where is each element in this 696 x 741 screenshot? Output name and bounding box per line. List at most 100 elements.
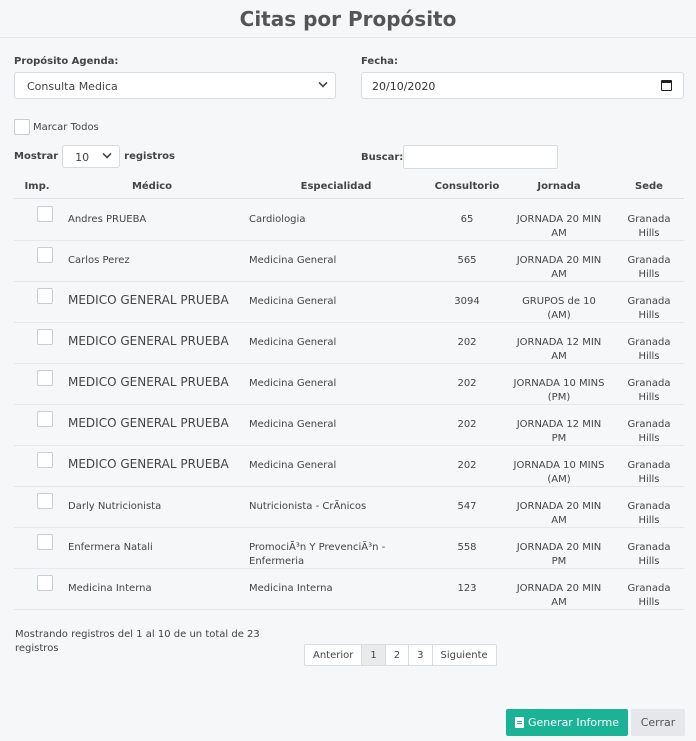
- table-row: MEDICO GENERAL PRUEBA Medicina General 202…: [14, 323, 684, 364]
- col-especialidad[interactable]: Especialidad: [286, 181, 386, 192]
- cell-sede: Granada Hills: [627, 255, 671, 280]
- search-label: Buscar:: [361, 151, 404, 163]
- row-checkbox[interactable]: [37, 575, 53, 591]
- row-checkbox[interactable]: [37, 329, 53, 345]
- length-select[interactable]: 10: [62, 145, 121, 168]
- length-control: Mostrar 10 registros: [14, 145, 175, 168]
- table-row: Carlos Perez Medicina General 565 JORNADA 2…: [14, 241, 684, 282]
- cell-jornada: GRUPOS de 10 (AM): [522, 296, 596, 321]
- marcar-todos-label: Marcar Todos: [33, 121, 99, 133]
- cell-jornada: JORNADA 20 MIN PM: [516, 542, 602, 567]
- marcar-todos[interactable]: Marcar Todos: [14, 119, 99, 135]
- cell-sede: Granada Hills: [627, 378, 671, 403]
- marcar-todos-checkbox[interactable]: [14, 119, 30, 135]
- cell-medico: MEDICO GENERAL PRUEBA: [68, 416, 229, 430]
- col-imp[interactable]: Imp.: [20, 181, 54, 192]
- table-header: Imp. Médico Especialidad Consultorio Jor…: [14, 176, 684, 199]
- cell-jornada: JORNADA 20 MIN AM: [516, 214, 602, 239]
- length-prefix: Mostrar: [14, 151, 59, 162]
- cell-especialidad: Medicina General: [249, 337, 337, 348]
- col-sede[interactable]: Sede: [622, 181, 676, 192]
- row-checkbox[interactable]: [37, 534, 53, 550]
- cell-especialidad: Medicina General: [249, 255, 337, 266]
- cell-medico: Enfermera Natali: [68, 542, 153, 553]
- cell-sede: Granada Hills: [627, 214, 671, 239]
- table-row: Darly Nutricionista Nutricionista - CrÃ­n…: [14, 487, 684, 528]
- cell-consultorio: 3094: [454, 296, 480, 307]
- cell-jornada: JORNADA 12 MIN AM: [516, 337, 602, 362]
- title-bar: Citas por Propósito: [0, 0, 696, 38]
- cell-jornada: JORNADA 20 MIN AM: [516, 583, 602, 608]
- pagination: Anterior 1 2 3 Siguiente: [304, 644, 497, 666]
- page-title: Citas por Propósito: [239, 6, 457, 31]
- calendar-icon[interactable]: [661, 80, 672, 91]
- pager-page-3[interactable]: 3: [408, 645, 431, 665]
- cell-especialidad: Medicina Interna: [249, 583, 333, 594]
- table-info: Mostrando registros del 1 al 10 de un to…: [15, 629, 260, 654]
- cell-consultorio: 202: [457, 419, 477, 430]
- cell-consultorio: 547: [457, 501, 477, 512]
- col-jornada[interactable]: Jornada: [514, 181, 604, 192]
- cell-especialidad: Medicina General: [249, 378, 337, 389]
- cell-medico: MEDICO GENERAL PRUEBA: [68, 457, 229, 471]
- search-input[interactable]: [403, 145, 559, 169]
- row-checkbox[interactable]: [37, 370, 53, 386]
- cell-consultorio: 202: [457, 460, 477, 471]
- table-row: MEDICO GENERAL PRUEBA Medicina General 202…: [14, 405, 684, 446]
- row-checkbox[interactable]: [37, 206, 53, 222]
- row-checkbox[interactable]: [37, 288, 53, 304]
- cell-medico: Darly Nutricionista: [68, 501, 162, 512]
- chevron-down-icon: [318, 78, 328, 88]
- row-checkbox[interactable]: [37, 411, 53, 427]
- cerrar-button[interactable]: Cerrar: [631, 709, 685, 736]
- cell-medico: Andres PRUEBA: [68, 214, 147, 225]
- generar-informe-label: Generar Informe: [528, 716, 619, 729]
- pager-next[interactable]: Siguiente: [431, 645, 496, 665]
- col-consultorio[interactable]: Consultorio: [424, 181, 510, 192]
- search-control: Buscar:: [361, 145, 559, 169]
- cell-jornada: JORNADA 20 MIN AM: [516, 501, 602, 526]
- cell-sede: Granada Hills: [627, 460, 671, 485]
- pager-page-2[interactable]: 2: [384, 645, 408, 665]
- cell-sede: Granada Hills: [627, 419, 671, 444]
- pager-page-1[interactable]: 1: [361, 645, 385, 665]
- cell-consultorio: 202: [457, 337, 477, 348]
- cell-medico: MEDICO GENERAL PRUEBA: [68, 293, 229, 307]
- row-checkbox[interactable]: [37, 452, 53, 468]
- table-row: Medicina Interna Medicina Interna 123 JORNA…: [14, 569, 684, 610]
- row-checkbox[interactable]: [37, 247, 53, 263]
- proposito-label: Propósito Agenda:: [14, 56, 119, 67]
- cell-consultorio: 123: [457, 583, 477, 594]
- fecha-input[interactable]: 20/10/2020: [361, 72, 684, 99]
- cell-medico: Medicina Interna: [68, 583, 152, 594]
- proposito-select[interactable]: Consulta Medica: [14, 72, 336, 99]
- cell-jornada: JORNADA 10 MINS (PM): [513, 378, 605, 403]
- table-row: MEDICO GENERAL PRUEBA Medicina General 202…: [14, 364, 684, 405]
- cell-especialidad: PromociÃ³n Y PrevenciÃ³n - Enfermeria: [249, 542, 386, 567]
- pager-prev[interactable]: Anterior: [305, 645, 361, 665]
- table-row: Andres PRUEBA Cardiologia 65 JORNADA 20 MIN…: [14, 200, 684, 241]
- length-value: 10: [75, 151, 90, 164]
- cell-consultorio: 202: [457, 378, 477, 389]
- cell-consultorio: 558: [457, 542, 477, 553]
- generar-informe-button[interactable]: Generar Informe: [506, 709, 628, 736]
- cell-sede: Granada Hills: [627, 296, 671, 321]
- table-row: MEDICO GENERAL PRUEBA Medicina General 202…: [14, 446, 684, 487]
- table-row: Enfermera Natali PromociÃ³n Y PrevenciÃ³n…: [14, 528, 684, 569]
- fecha-label: Fecha:: [361, 56, 399, 67]
- table-row: MEDICO GENERAL PRUEBA Medicina General 309…: [14, 282, 684, 323]
- cell-jornada: JORNADA 12 MIN PM: [516, 419, 602, 444]
- col-medico[interactable]: Médico: [98, 181, 206, 192]
- cell-sede: Granada Hills: [627, 583, 671, 608]
- cell-especialidad: Medicina General: [249, 419, 337, 430]
- cell-especialidad: Cardiologia: [249, 214, 306, 225]
- cell-jornada: JORNADA 20 MIN AM: [516, 255, 602, 280]
- cell-medico: MEDICO GENERAL PRUEBA: [68, 375, 229, 389]
- cell-sede: Granada Hills: [627, 542, 671, 567]
- cell-especialidad: Medicina General: [249, 296, 337, 307]
- cell-medico: MEDICO GENERAL PRUEBA: [68, 334, 229, 348]
- row-checkbox[interactable]: [37, 493, 53, 509]
- cell-jornada: JORNADA 10 MINS (AM): [513, 460, 605, 485]
- length-suffix: registros: [124, 151, 175, 162]
- cell-medico: Carlos Perez: [68, 255, 130, 266]
